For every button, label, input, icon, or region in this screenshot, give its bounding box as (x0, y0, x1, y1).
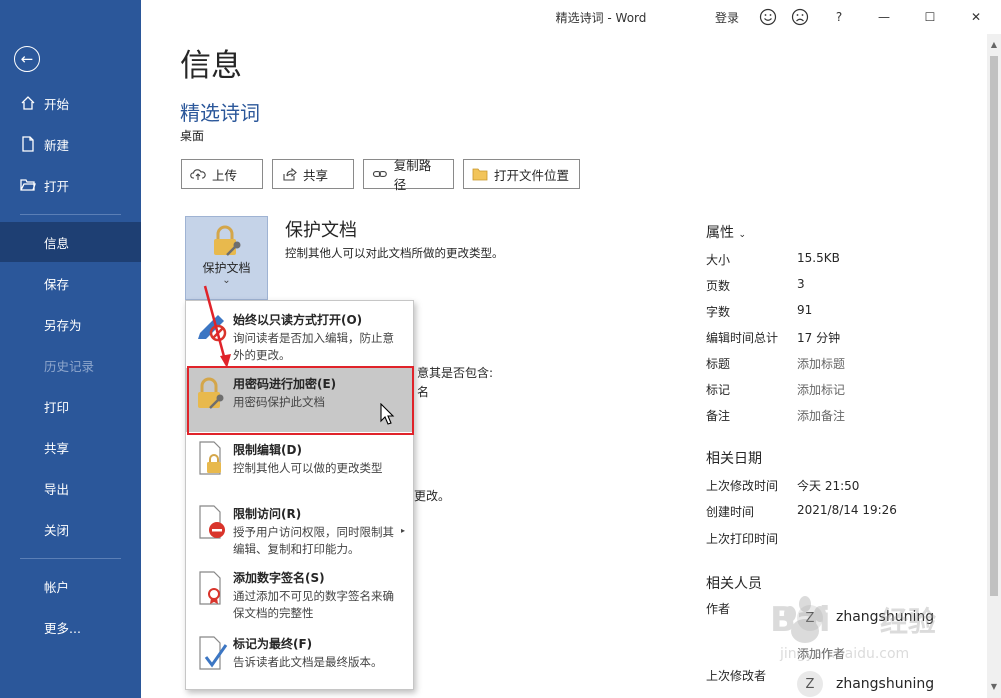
sidebar-item-save-as[interactable]: 另存为 (0, 304, 141, 344)
menu-item-read-only[interactable]: 始终以只读方式打开(O) 询问读者是否加入编辑，防止意外的更改。 (186, 305, 413, 365)
sidebar-item-close[interactable]: 关闭 (0, 509, 141, 549)
submenu-arrow-icon: ▸ (400, 526, 405, 535)
sidebar-item-label: 打开 (44, 178, 70, 194)
open-folder-icon (20, 179, 36, 191)
scroll-thumb[interactable] (990, 56, 998, 596)
menu-item-mark-final[interactable]: 标记为最终(F) 告诉读者此文档是最终版本。 (186, 631, 413, 687)
chevron-down-icon: ⌄ (222, 275, 231, 286)
share-icon (283, 167, 297, 181)
scroll-down-icon[interactable]: ▼ (987, 680, 1001, 694)
back-arrow-icon[interactable]: ← (14, 46, 40, 72)
sidebar-item-share[interactable]: 共享 (0, 427, 141, 467)
share-button[interactable]: 共享 (272, 159, 354, 189)
svg-text:Bai: Bai (770, 600, 831, 640)
signature-icon (199, 571, 221, 605)
sidebar-item-account[interactable]: 帐户 (0, 566, 141, 606)
sidebar-item-label: 开始 (44, 96, 70, 112)
menu-item-digital-signature[interactable]: 添加数字签名(S) 通过添加不可见的数字签名来确保文档的完整性 (186, 566, 413, 630)
sidebar-divider (20, 558, 121, 559)
cloud-upload-icon (190, 169, 206, 180)
svg-text:经验: 经验 (880, 605, 936, 638)
sidebar-item-more[interactable]: 更多... (0, 607, 141, 647)
home-icon (21, 96, 35, 110)
sidebar-item-export[interactable]: 导出 (0, 468, 141, 508)
sidebar-item-label: 保存 (44, 276, 70, 292)
restrict-edit-icon (199, 441, 221, 475)
share-label: 共享 (303, 167, 329, 183)
page-title: 信息 (180, 48, 242, 84)
last-modified-name[interactable]: zhangshuning (836, 676, 934, 692)
sidebar-item-label: 新建 (44, 137, 70, 153)
sidebar-item-save[interactable]: 保存 (0, 263, 141, 303)
svg-text:jingyan.baidu.com: jingyan.baidu.com (779, 646, 909, 662)
sidebar-item-label: 共享 (44, 440, 70, 456)
document-name: 精选诗词 (180, 101, 260, 125)
sidebar-item-label: 信息 (44, 235, 70, 251)
versions-text-fragment: 更改。 (414, 489, 451, 503)
mouse-cursor-icon (380, 403, 395, 425)
open-location-button[interactable]: 打开文件位置 (463, 159, 580, 189)
protect-document-menu: 始终以只读方式打开(O) 询问读者是否加入编辑，防止意外的更改。 用密码进行加密… (185, 300, 414, 690)
sidebar-item-label: 帐户 (44, 579, 70, 595)
vertical-scrollbar[interactable]: ▲ ▼ (987, 34, 1001, 698)
add-title-field[interactable]: 添加标题 (797, 355, 845, 372)
copy-path-label: 复制路径 (393, 158, 432, 192)
restrict-access-icon (199, 505, 225, 539)
backstage-sidebar: ← 开始 新建 打开 信息 保存 另存为 历史记录 打印 共享 导出 关闭 帐户… (0, 0, 141, 698)
protect-section-title: 保护文档 (285, 220, 357, 241)
add-comment-field[interactable]: 添加备注 (797, 407, 845, 424)
protect-tile-label: 保护文档 (202, 261, 251, 275)
add-tag-field[interactable]: 添加标记 (797, 381, 845, 398)
sidebar-item-label: 导出 (44, 481, 70, 497)
sidebar-item-home[interactable]: 开始 (0, 83, 141, 123)
avatar[interactable]: Z (797, 671, 823, 697)
document-location: 桌面 (180, 129, 205, 143)
baidu-watermark-logo: Bai 经验 jingyan.baidu.com (770, 596, 936, 662)
upload-label: 上传 (212, 167, 238, 183)
pencil-block-icon (198, 315, 227, 342)
protect-document-button[interactable]: 保护文档 ⌄ (185, 216, 268, 300)
sidebar-item-open[interactable]: 打开 (0, 165, 141, 205)
link-icon (372, 170, 387, 178)
inspect-text-fragment: 意其是否包含: (417, 366, 494, 380)
sidebar-item-label: 历史记录 (44, 358, 95, 374)
mark-final-icon (199, 636, 228, 670)
sidebar-item-label: 打印 (44, 399, 70, 415)
new-doc-icon (22, 136, 34, 152)
menu-item-restrict-editing[interactable]: 限制编辑(D) 控制其他人可以做的更改类型 (186, 436, 413, 496)
sidebar-item-info[interactable]: 信息 (0, 222, 141, 262)
scroll-up-icon[interactable]: ▲ (987, 38, 1001, 52)
sidebar-item-label: 更多... (44, 620, 81, 636)
sidebar-item-label: 另存为 (44, 317, 82, 333)
related-dates-heading: 相关日期 (706, 451, 762, 467)
properties-heading[interactable]: 属性 ⌄ (706, 222, 746, 242)
sidebar-item-history: 历史记录 (0, 345, 141, 385)
protect-section-desc: 控制其他人可以对此文档所做的更改类型。 (285, 246, 504, 260)
folder-icon (472, 168, 488, 181)
sidebar-item-label: 关闭 (44, 522, 70, 538)
inspect-text-fragment: 名 (417, 385, 430, 399)
lock-key-icon (214, 225, 241, 256)
sidebar-divider (20, 214, 121, 215)
sidebar-item-print[interactable]: 打印 (0, 386, 141, 426)
copy-path-button[interactable]: 复制路径 (363, 158, 454, 192)
related-people-heading: 相关人员 (706, 576, 762, 592)
upload-button[interactable]: 上传 (181, 159, 263, 189)
sidebar-item-new[interactable]: 新建 (0, 124, 141, 164)
open-location-label: 打开文件位置 (494, 167, 570, 183)
menu-item-restrict-access[interactable]: 限制访问(R) 授予用户访问权限，同时限制其编辑、复制和打印能力。 ▸ (186, 500, 413, 564)
